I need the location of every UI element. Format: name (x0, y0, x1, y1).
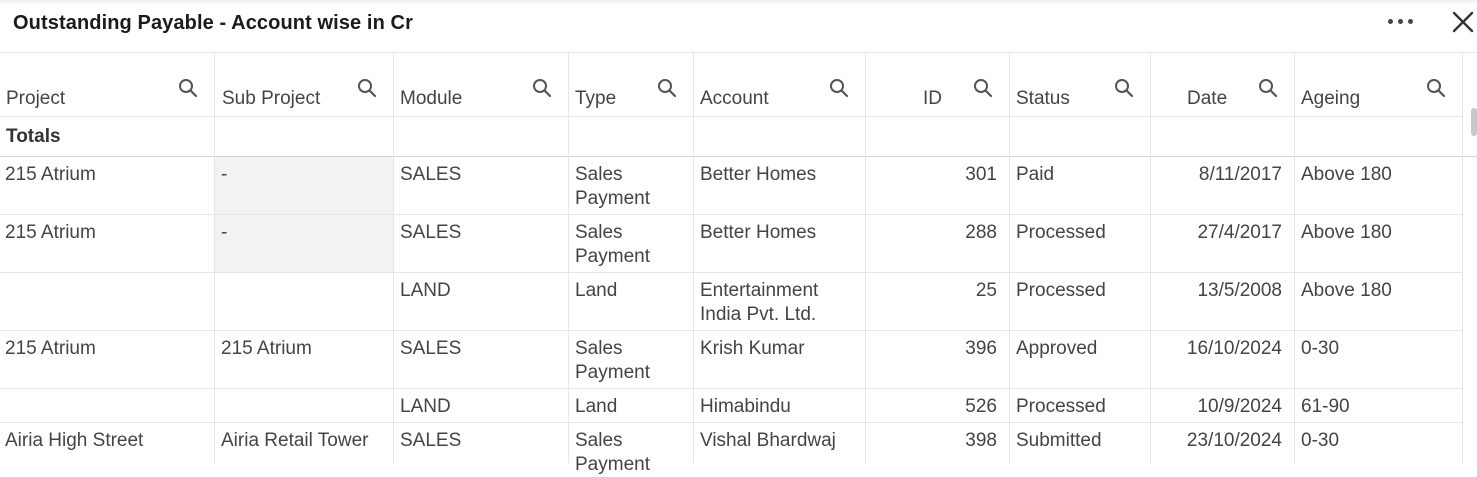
cell-module: SALES (400, 338, 462, 359)
grid-hline (0, 116, 1462, 117)
cell-module: SALES (400, 222, 462, 243)
row-divider (0, 388, 1462, 389)
cell-module: SALES (400, 164, 462, 185)
top-border (0, 0, 1477, 3)
cell-id: 288 (965, 222, 997, 243)
vertical-scrollbar[interactable] (1471, 108, 1477, 136)
more-options-icon[interactable] (1386, 19, 1416, 27)
cell-sub-project: Airia Retail Tower (221, 430, 369, 451)
grid-hline (0, 156, 1477, 157)
cell-type: Sales Payment (575, 222, 650, 267)
column-header-account[interactable]: Account (693, 52, 865, 116)
row-divider (0, 272, 1462, 273)
cell-status: Processed (1016, 280, 1106, 301)
column-header-label: Module (400, 88, 463, 109)
cell-ageing: 0-30 (1301, 338, 1340, 359)
column-header-label: ID (923, 88, 942, 109)
cell-module: SALES (400, 430, 462, 451)
column-header-type[interactable]: Type (568, 52, 693, 116)
widget-title: Outstanding Payable - Account wise in Cr (13, 12, 413, 34)
column-header-ageing[interactable]: Ageing (1294, 52, 1462, 116)
cell-id: 396 (965, 338, 997, 359)
column-header-label: Status (1016, 88, 1070, 109)
cell-status: Paid (1016, 164, 1055, 185)
cell-type: Sales Payment (575, 338, 650, 383)
search-icon[interactable] (357, 78, 377, 98)
cell-status: Approved (1016, 338, 1098, 359)
cell-account: Vishal Bhardwaj (700, 430, 836, 451)
column-header-module[interactable]: Module (393, 52, 568, 116)
totals-label: Totals (6, 126, 61, 147)
cell-date: 16/10/2024 (1186, 338, 1282, 359)
cell-account: Himabindu (700, 396, 791, 417)
row-divider (0, 422, 1462, 423)
column-header-label: Sub Project (222, 88, 321, 109)
search-icon[interactable] (532, 78, 552, 98)
cell-status: Processed (1016, 222, 1106, 243)
cell-date: 8/11/2017 (1198, 164, 1282, 185)
cell-project: Airia High Street (5, 430, 144, 451)
column-header-sub-project[interactable]: Sub Project (214, 52, 393, 116)
cell-account: Entertainment India Pvt. Ltd. (700, 280, 819, 325)
column-header-date[interactable]: Date (1150, 52, 1294, 116)
row-divider (0, 330, 1462, 331)
column-header-label: Type (575, 88, 617, 109)
close-icon[interactable] (1451, 10, 1475, 34)
cell-module: LAND (400, 396, 451, 417)
cell-id: 398 (965, 430, 997, 451)
cell-id: 526 (965, 396, 997, 417)
cell-ageing: Above 180 (1301, 280, 1392, 301)
cell-account: Krish Kumar (700, 338, 805, 359)
cell-project: 215 Atrium (5, 222, 96, 243)
cell-date: 27/4/2017 (1197, 222, 1282, 243)
column-header-label: Account (700, 88, 769, 109)
column-header-label: Date (1187, 88, 1228, 109)
grid-vline (1462, 52, 1463, 463)
cell-id: 25 (975, 280, 997, 301)
data-grid: Project Sub Project Module Type Account ID Sta… (0, 52, 1477, 475)
cell-project: 215 Atrium (5, 164, 96, 185)
cell-sub-project: 215 Atrium (221, 338, 312, 359)
search-icon[interactable] (973, 78, 993, 98)
cell-date: 10/9/2024 (1197, 396, 1282, 417)
column-header-status[interactable]: Status (1009, 52, 1150, 116)
cell-type: Land (575, 280, 618, 301)
search-icon[interactable] (1258, 78, 1278, 98)
search-icon[interactable] (829, 78, 849, 98)
cell-account: Better Homes (700, 164, 817, 185)
cell-ageing: Above 180 (1301, 164, 1392, 185)
search-icon[interactable] (657, 78, 677, 98)
cell-type: Sales Payment (575, 430, 650, 475)
search-icon[interactable] (178, 78, 198, 98)
column-header-id[interactable]: ID (865, 52, 1009, 116)
cell-type: Land (575, 396, 618, 417)
cell-sub-project: - (221, 164, 228, 185)
cell-date: 23/10/2024 (1186, 430, 1282, 451)
cell-module: LAND (400, 280, 451, 301)
cell-status: Submitted (1016, 430, 1102, 451)
cell-status: Processed (1016, 396, 1106, 417)
column-header-project[interactable]: Project (0, 52, 214, 116)
cell-ageing: 61-90 (1301, 396, 1350, 417)
search-icon[interactable] (1114, 78, 1134, 98)
cell-type: Sales Payment (575, 164, 650, 209)
cell-ageing: Above 180 (1301, 222, 1392, 243)
cell-sub-project: - (221, 222, 228, 243)
cell-id: 301 (965, 164, 997, 185)
column-header-label: Project (6, 88, 66, 109)
row-divider (0, 214, 1462, 215)
cell-account: Better Homes (700, 222, 817, 243)
cell-date: 13/5/2008 (1197, 280, 1282, 301)
cell-ageing: 0-30 (1301, 430, 1340, 451)
cell-project: 215 Atrium (5, 338, 96, 359)
search-icon[interactable] (1426, 78, 1446, 98)
column-header-label: Ageing (1301, 88, 1361, 109)
